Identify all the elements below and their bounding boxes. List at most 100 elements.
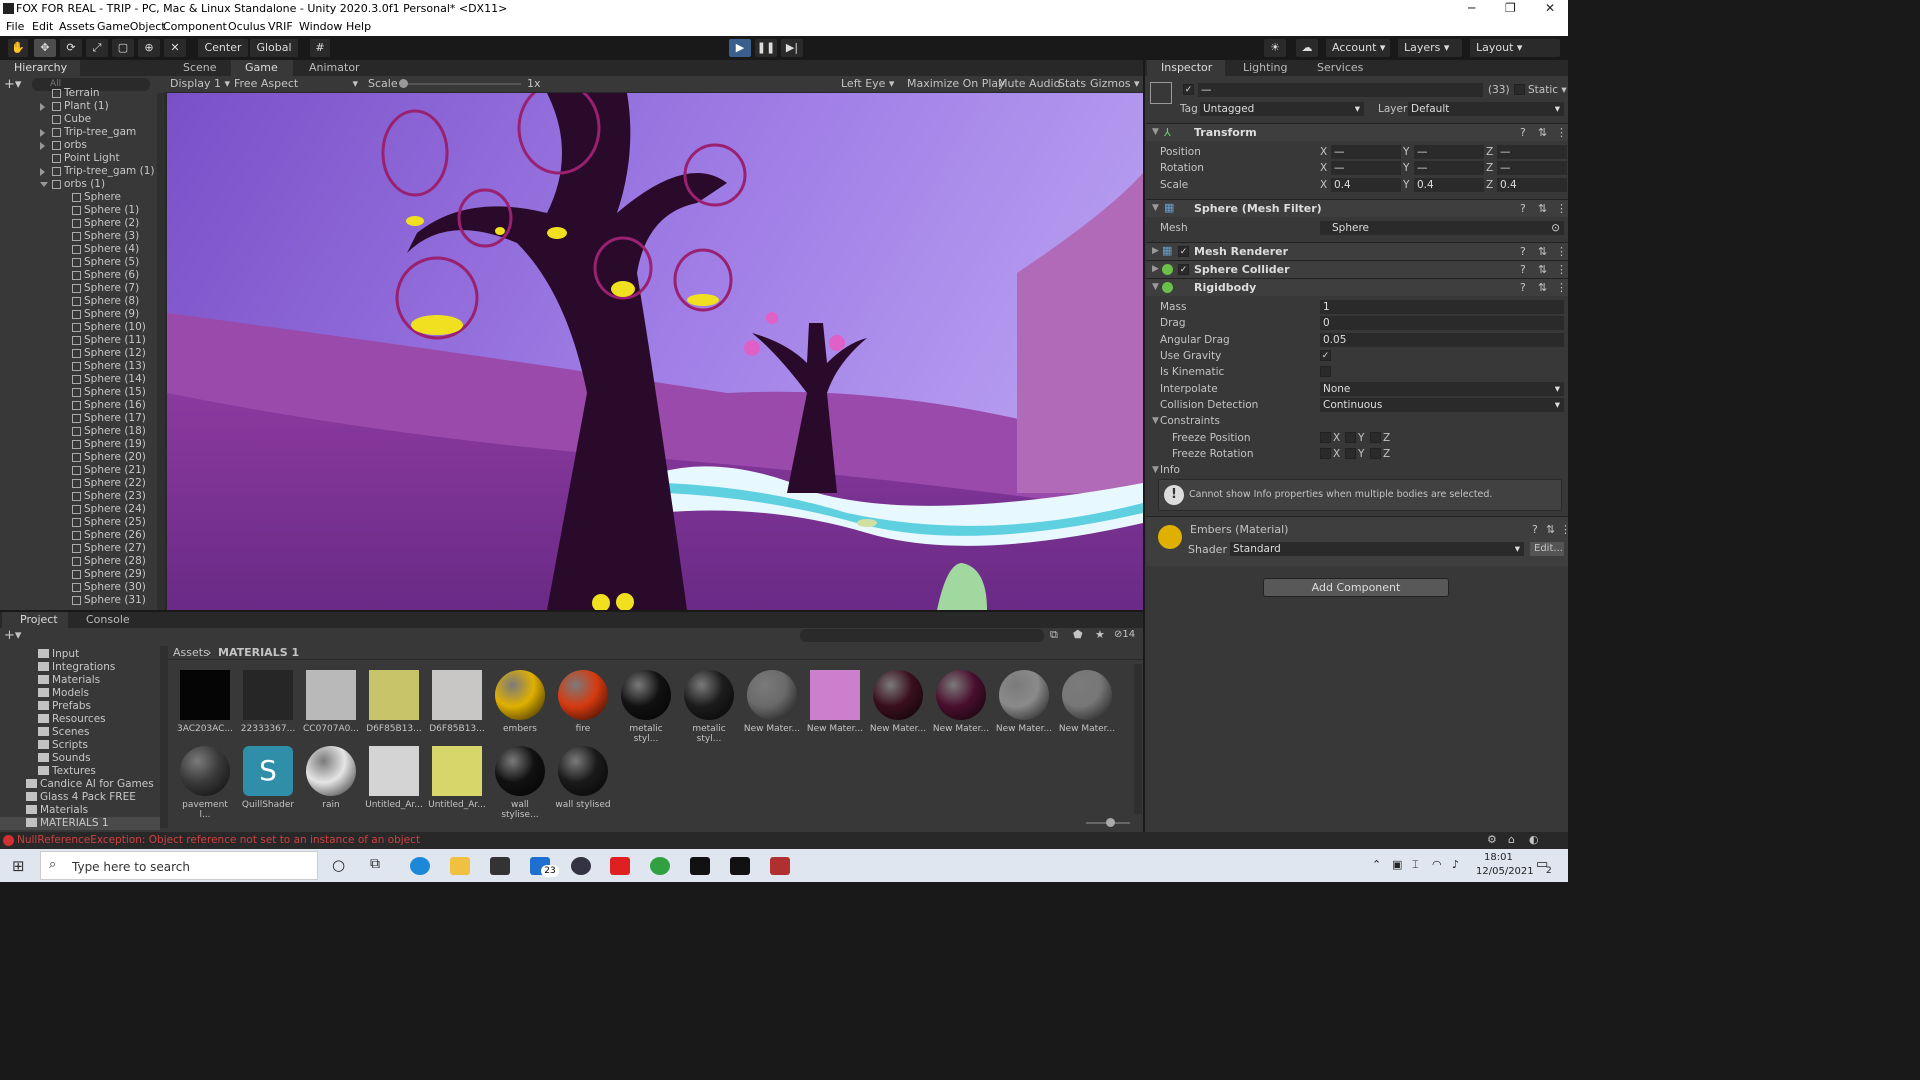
tab-game[interactable]: Game (231, 60, 293, 76)
tag-dropdown[interactable]: Untagged ▾ (1200, 102, 1364, 116)
hierarchy-item[interactable]: Sphere (8) (0, 295, 157, 308)
tab-services[interactable]: Services (1303, 60, 1363, 76)
asset-item[interactable]: fire (554, 670, 612, 734)
menu-window[interactable]: Window (299, 20, 342, 33)
layers-dropdown[interactable]: Layers ▾ (1398, 39, 1462, 57)
position-y-label[interactable]: Y (1403, 146, 1409, 158)
winrar-icon[interactable] (770, 857, 790, 875)
scale-z-label[interactable]: Z (1486, 179, 1493, 191)
scale-y-label[interactable]: Y (1403, 179, 1409, 191)
grid-snap-icon[interactable]: # (310, 39, 330, 57)
hierarchy-item[interactable]: Sphere (25) (0, 516, 157, 529)
folder-item[interactable]: Textures (38, 765, 96, 778)
fold-arrow-icon[interactable]: ▶ (1152, 264, 1159, 274)
expand-arrow-icon[interactable] (40, 142, 45, 150)
object-name-field[interactable]: — (1198, 83, 1483, 97)
maximize-icon[interactable]: ❐ (1505, 1, 1516, 15)
hierarchy-item[interactable]: Sphere (31) (0, 594, 157, 607)
hierarchy-item[interactable]: Sphere (9) (0, 308, 157, 321)
fold-arrow-icon[interactable]: ▼ (1152, 416, 1159, 426)
position-x-label[interactable]: X (1320, 146, 1327, 158)
step-button[interactable]: ▶| (781, 39, 803, 57)
help-icon[interactable]: ? (1520, 245, 1526, 258)
hierarchy-item[interactable]: Trip-tree_gam (0, 126, 157, 139)
folder-item[interactable]: Prefabs (38, 700, 91, 713)
hand-tool-icon[interactable]: ✋ (8, 39, 28, 57)
preset-icon[interactable]: ⇅ (1538, 281, 1547, 294)
edge-icon[interactable] (410, 857, 430, 875)
menu-vrif[interactable]: VRIF (268, 20, 293, 33)
hierarchy-item[interactable]: Sphere (22) (0, 477, 157, 490)
freeze-rotation-x-checkbox[interactable] (1320, 448, 1331, 459)
menu-assets[interactable]: Assets (59, 20, 95, 33)
preset-icon[interactable]: ⇅ (1538, 202, 1547, 215)
folder-item[interactable]: Input (38, 648, 79, 661)
chrome-icon[interactable] (650, 857, 670, 875)
rotation-y-field[interactable]: — (1414, 161, 1484, 175)
tray-chevron-icon[interactable]: ⌃ (1372, 858, 1381, 871)
clock-date[interactable]: 12/05/2021 (1476, 866, 1534, 877)
aspect-dropdown[interactable]: Free Aspect ▾ (234, 77, 358, 90)
hierarchy-item[interactable]: Trip-tree_gam (1) (0, 165, 157, 178)
drag-field[interactable]: 0 (1320, 316, 1564, 330)
scale-x-label[interactable]: X (1320, 179, 1327, 191)
layout-dropdown[interactable]: Layout ▾ (1470, 39, 1560, 57)
pause-button[interactable]: ❚❚ (755, 39, 777, 57)
rotate-tool-icon[interactable]: ⟳ (60, 39, 82, 57)
hierarchy-item[interactable]: Sphere (4) (0, 243, 157, 256)
position-z-label[interactable]: Z (1486, 146, 1493, 158)
tab-lighting[interactable]: Lighting (1229, 60, 1301, 76)
maximize-on-play-toggle[interactable]: Maximize On Play (907, 77, 1005, 90)
folder-item[interactable]: Scripts (38, 739, 88, 752)
tab-inspector[interactable]: Inspector (1147, 60, 1225, 76)
tab-scene[interactable]: Scene (169, 60, 229, 76)
file-explorer-icon[interactable] (450, 857, 470, 875)
position-y-field[interactable]: — (1414, 145, 1484, 159)
layer-dropdown[interactable]: Default ▾ (1408, 102, 1564, 116)
fold-arrow-icon[interactable]: ▼ (1152, 282, 1159, 292)
collab-icon[interactable]: ☀ (1264, 39, 1286, 57)
hierarchy-item[interactable]: Sphere (13) (0, 360, 157, 373)
is-kinematic-checkbox[interactable] (1320, 366, 1331, 377)
hierarchy-item[interactable]: Sphere (15) (0, 386, 157, 399)
asset-item[interactable]: New Mater... (995, 670, 1053, 734)
asset-item[interactable]: embers (491, 670, 549, 734)
custom-tool-icon[interactable]: ✕ (164, 39, 186, 57)
scale-slider[interactable] (401, 83, 521, 85)
cloud-icon[interactable]: ☁ (1296, 39, 1318, 57)
collision-detection-dropdown[interactable]: Continuous ▾ (1320, 398, 1564, 412)
hierarchy-item[interactable]: Sphere (16) (0, 399, 157, 412)
expand-arrow-icon[interactable] (40, 129, 45, 137)
fold-arrow-icon[interactable]: ▼ (1152, 127, 1159, 137)
fold-arrow-icon[interactable]: ▶ (1152, 246, 1159, 256)
close-icon[interactable]: ✕ (1545, 1, 1555, 15)
component-menu-icon[interactable]: ⋮ (1556, 245, 1567, 258)
sphere-collider-header[interactable]: ▶ ✓ Sphere Collider ? ⇅ ⋮ (1146, 260, 1568, 278)
rect-tool-icon[interactable]: ▢ (112, 39, 134, 57)
static-checkbox[interactable] (1514, 84, 1525, 95)
lighting-progress-icon[interactable]: ◐ (1529, 833, 1539, 846)
hierarchy-item[interactable]: Plant (1) (0, 100, 157, 113)
hierarchy-item[interactable]: Sphere (12) (0, 347, 157, 360)
project-search-input[interactable] (800, 629, 1044, 642)
hierarchy-item[interactable]: Sphere (6) (0, 269, 157, 282)
preset-icon[interactable]: ⇅ (1538, 245, 1547, 258)
help-icon[interactable]: ? (1520, 263, 1526, 276)
folder-item[interactable]: Models (38, 687, 89, 700)
volume-icon[interactable]: ♪ (1452, 858, 1459, 871)
asset-item[interactable]: 22333367... (239, 670, 297, 734)
tab-hierarchy[interactable]: Hierarchy (0, 60, 80, 76)
pivot-center-button[interactable]: Center (198, 39, 248, 57)
asset-item[interactable]: metalic styl... (680, 670, 738, 744)
pivot-global-button[interactable]: Global (250, 39, 298, 57)
asset-item[interactable]: pavement l... (176, 746, 234, 820)
hierarchy-item[interactable]: Sphere (17) (0, 412, 157, 425)
asset-item[interactable]: metalic styl... (617, 670, 675, 744)
rotation-z-field[interactable]: — (1497, 161, 1567, 175)
asset-item[interactable]: Untitled_Ar... (428, 746, 486, 810)
component-menu-icon[interactable]: ⋮ (1556, 281, 1567, 294)
asset-item[interactable]: New Mater... (743, 670, 801, 734)
hierarchy-item[interactable]: Sphere (27) (0, 542, 157, 555)
hierarchy-item[interactable]: Cube (0, 113, 157, 126)
preset-icon[interactable]: ⇅ (1546, 523, 1555, 536)
